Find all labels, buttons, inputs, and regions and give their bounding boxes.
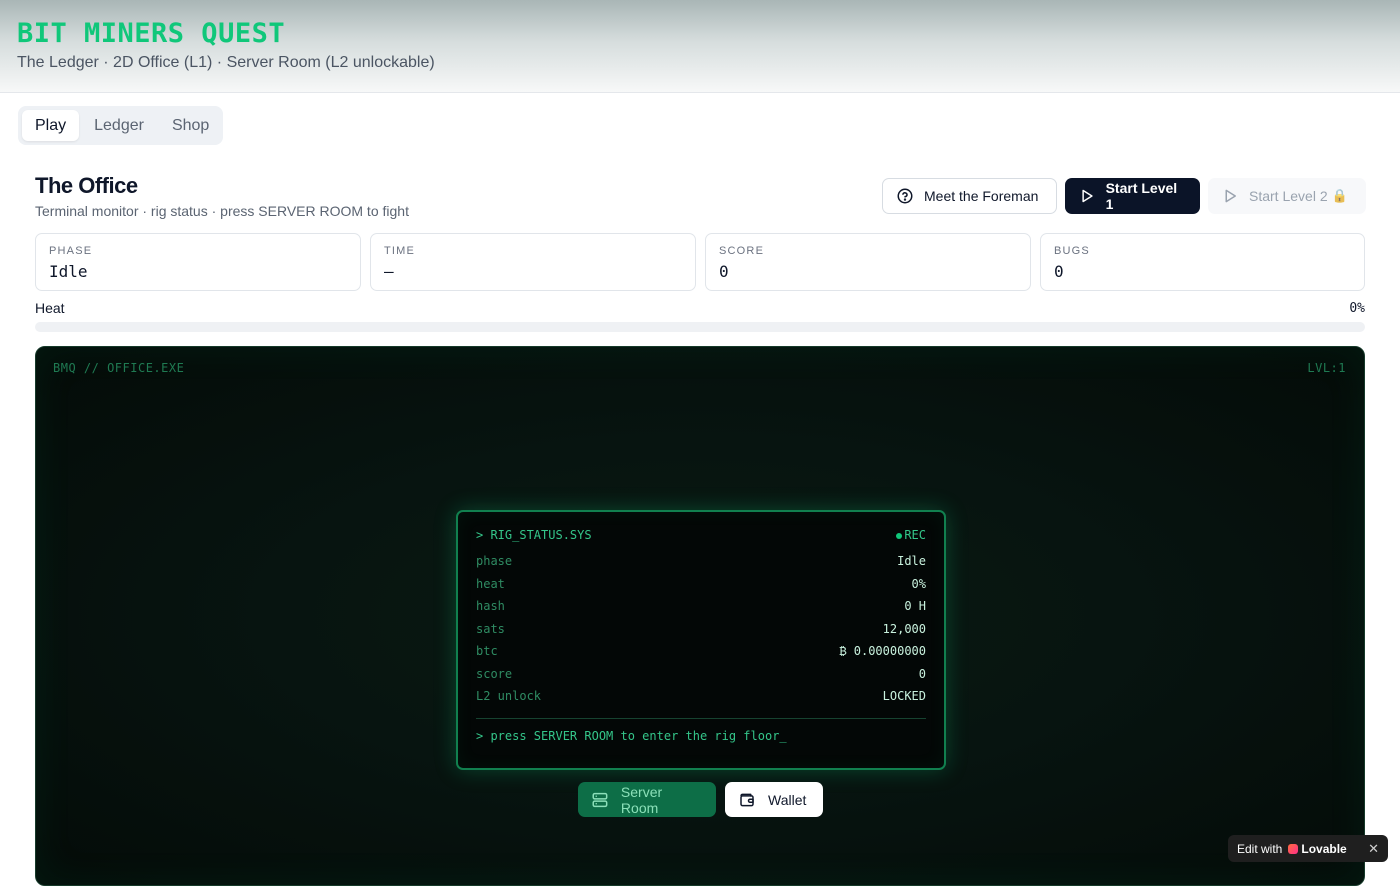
status-row: btc ₿ 0.00000000 bbox=[476, 644, 926, 667]
app-title: BIT MINERS QUEST bbox=[17, 18, 286, 49]
screen-title: BMQ // OFFICE.EXE bbox=[53, 361, 185, 375]
start-level-2-label: Start Level 2 bbox=[1249, 188, 1328, 204]
start-level-1-button[interactable]: Start Level 1 bbox=[1065, 178, 1200, 214]
status-value: LOCKED bbox=[882, 689, 926, 703]
stat-label: SCORE bbox=[719, 245, 765, 257]
server-icon bbox=[592, 792, 608, 807]
status-value: Idle bbox=[897, 554, 926, 568]
lovable-brand-label: Lovable bbox=[1301, 841, 1347, 856]
stat-label: TIME bbox=[384, 245, 416, 257]
status-key: sats bbox=[476, 621, 505, 636]
tab-play[interactable]: Play bbox=[22, 110, 80, 141]
status-key: btc bbox=[476, 644, 498, 658]
stat-time: TIME — bbox=[370, 233, 696, 291]
status-value: 12,000 bbox=[882, 621, 926, 636]
status-row: hash 0 H bbox=[476, 599, 926, 622]
stat-value: 0 bbox=[719, 262, 729, 281]
status-value: 0% bbox=[911, 576, 926, 591]
help-circle-icon bbox=[897, 188, 913, 204]
status-rows: phase Idle heat 0% hash 0 H sats 12,000 btc ₿… bbox=[476, 554, 926, 712]
status-key: hash bbox=[476, 599, 505, 613]
app-subtitle: The Ledger · 2D Office (L1) · Server Roo… bbox=[17, 54, 435, 71]
edit-with-label: Edit with bbox=[1237, 841, 1283, 856]
server-room-label: Server Room bbox=[620, 783, 663, 816]
stat-label: BUGS bbox=[1054, 245, 1090, 257]
app-header: BIT MINERS QUEST The Ledger · 2D Office … bbox=[0, 0, 1400, 93]
status-row: heat 0% bbox=[476, 577, 926, 600]
panel-divider bbox=[476, 717, 926, 719]
status-row: score 0 bbox=[476, 667, 926, 690]
stat-bugs: BUGS 0 bbox=[1040, 233, 1365, 291]
stat-value: — bbox=[384, 262, 394, 281]
panel-header: > RIG_STATUS.SYS REC bbox=[476, 528, 926, 542]
tab-shop[interactable]: Shop bbox=[159, 110, 222, 141]
terminal-screen: BMQ // OFFICE.EXE LVL:1 > RIG_STATUS.SYS… bbox=[35, 346, 1365, 886]
server-room-button[interactable]: Server Room bbox=[578, 782, 716, 817]
screen-level: LVL:1 bbox=[1307, 361, 1346, 375]
stat-label: PHASE bbox=[49, 245, 93, 257]
meet-foreman-label: Meet the Foreman bbox=[924, 188, 1039, 204]
lovable-brand: Lovable bbox=[1288, 841, 1347, 856]
status-value: ₿ 0.00000000 bbox=[839, 644, 926, 658]
edit-with-lovable-badge[interactable]: Edit with Lovable ✕ bbox=[1228, 835, 1388, 862]
wallet-icon bbox=[740, 793, 754, 806]
play-icon bbox=[1082, 189, 1093, 203]
rig-status-panel: > RIG_STATUS.SYS REC phase Idle heat 0% ha… bbox=[456, 510, 946, 770]
lock-icon: 🔒 bbox=[1331, 188, 1348, 203]
meet-foreman-button[interactable]: Meet the Foreman bbox=[882, 178, 1057, 214]
play-icon bbox=[1225, 189, 1236, 203]
status-key: heat bbox=[476, 576, 505, 591]
start-level-2-button[interactable]: Start Level 2 🔒 bbox=[1208, 178, 1366, 214]
status-value: 0 H bbox=[904, 599, 926, 613]
page-subtitle: Terminal monitor · rig status · press SE… bbox=[35, 203, 409, 219]
status-key: L2 unlock bbox=[476, 689, 542, 703]
heat-progress-bar bbox=[35, 322, 1365, 332]
rec-dot-icon bbox=[896, 532, 903, 539]
lovable-logo-icon bbox=[1288, 843, 1299, 854]
rec-indicator: REC bbox=[896, 528, 926, 542]
stat-phase: PHASE Idle bbox=[35, 233, 361, 291]
panel-title: > RIG_STATUS.SYS bbox=[476, 528, 592, 542]
page-title: The Office bbox=[35, 173, 138, 198]
status-value: 0 bbox=[918, 666, 926, 681]
stat-value: Idle bbox=[49, 262, 88, 281]
heat-label: Heat bbox=[35, 300, 65, 316]
terminal-prompt: > press SERVER ROOM to enter the rig flo… bbox=[476, 728, 787, 743]
status-row: phase Idle bbox=[476, 554, 926, 577]
stat-score: SCORE 0 bbox=[705, 233, 1031, 291]
close-icon[interactable]: ✕ bbox=[1368, 841, 1379, 857]
status-key: score bbox=[476, 666, 513, 681]
start-level-1-label: Start Level 1 bbox=[1105, 180, 1178, 212]
status-row: L2 unlock LOCKED bbox=[476, 689, 926, 712]
stat-value: 0 bbox=[1054, 262, 1064, 281]
wallet-label: Wallet bbox=[768, 791, 807, 808]
heat-percent: 0% bbox=[1349, 301, 1365, 316]
tab-ledger[interactable]: Ledger bbox=[81, 110, 157, 141]
rec-label: REC bbox=[904, 528, 926, 542]
status-key: phase bbox=[476, 554, 513, 568]
status-row: sats 12,000 bbox=[476, 622, 926, 645]
tab-bar: Play Ledger Shop bbox=[18, 106, 223, 145]
wallet-button[interactable]: Wallet bbox=[725, 782, 823, 817]
